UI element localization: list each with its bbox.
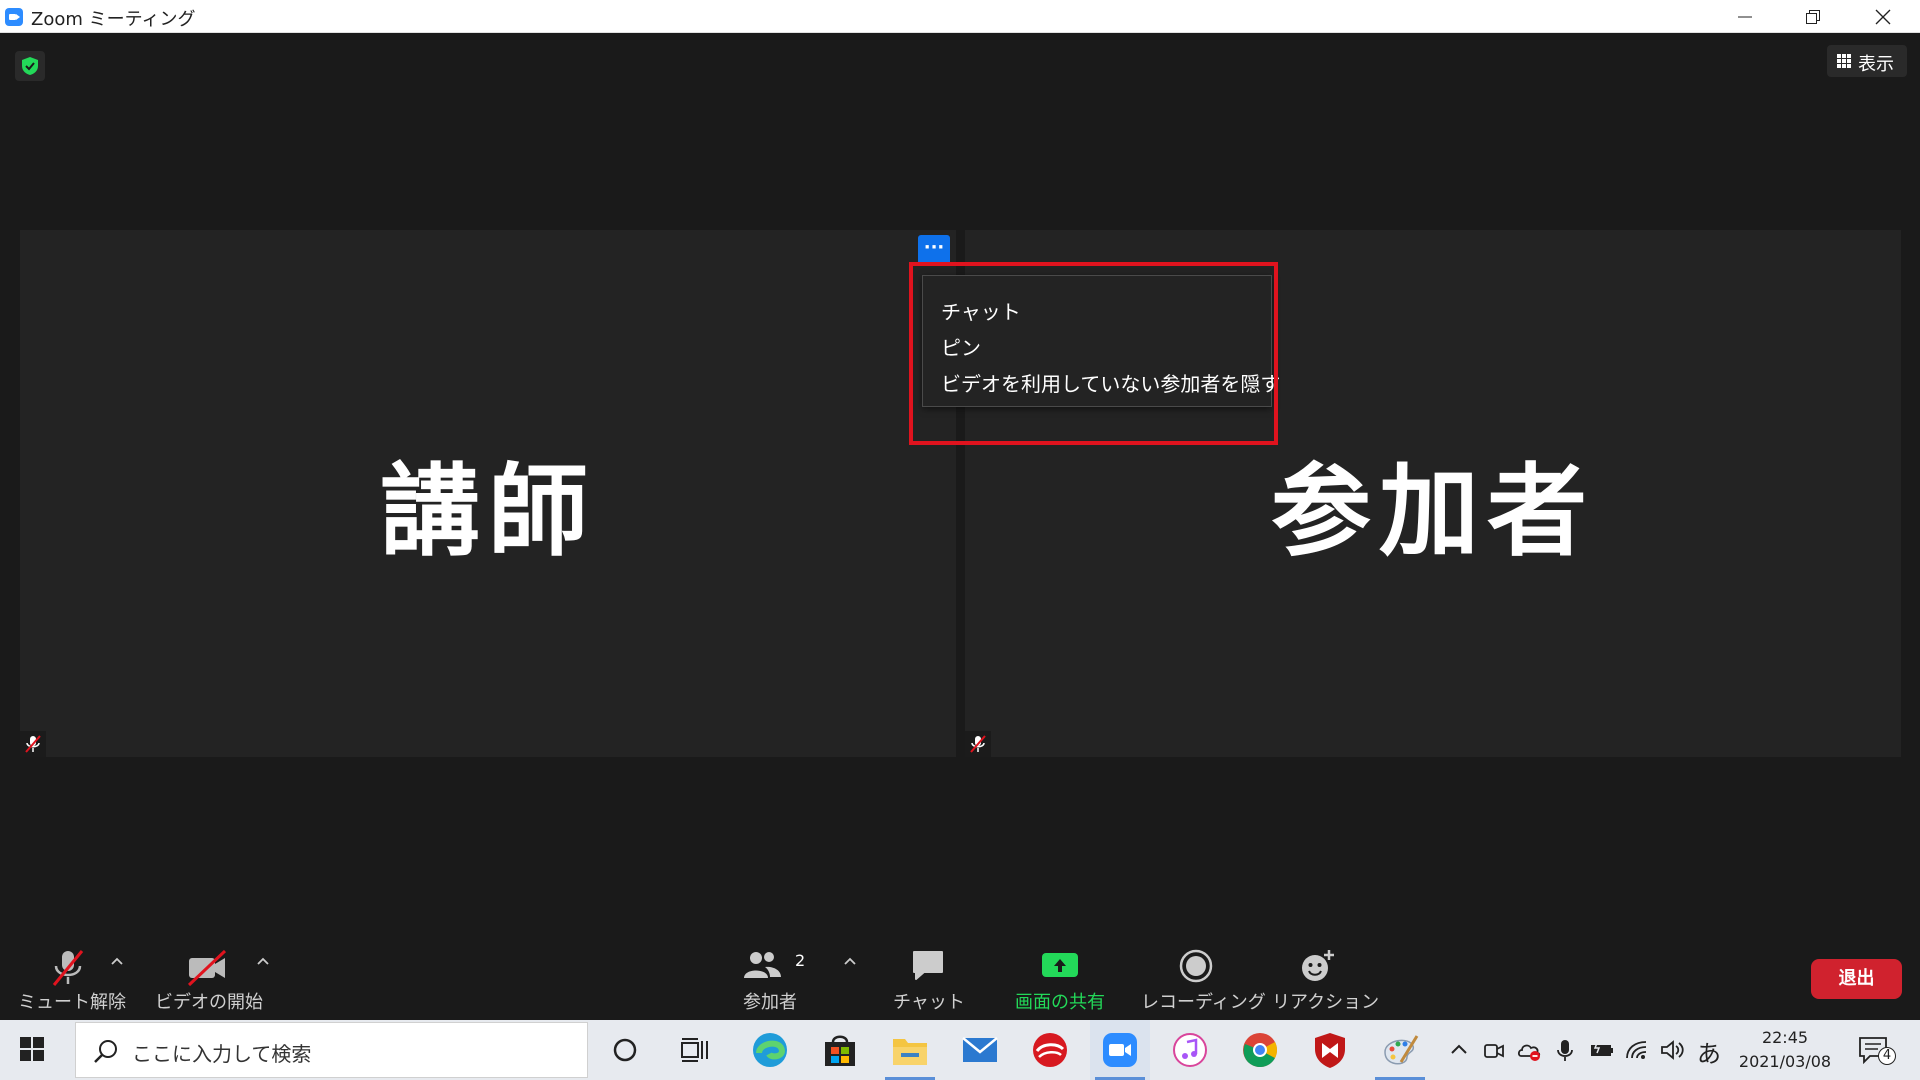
security-shield-icon[interactable]	[15, 51, 45, 81]
share-screen-icon	[1042, 953, 1078, 977]
video-off-icon	[187, 949, 227, 987]
chat-button[interactable]: チャット	[893, 944, 965, 1020]
start-video-label: ビデオの開始	[155, 992, 263, 1013]
trend-micro-icon	[1033, 1033, 1067, 1067]
shield-glyph	[22, 57, 38, 75]
taskbar-chrome[interactable]	[1230, 1020, 1290, 1080]
taskbar-edge[interactable]	[740, 1020, 800, 1080]
onedrive-error-icon[interactable]	[1517, 1038, 1541, 1062]
notification-count-badge: 4	[1878, 1047, 1896, 1065]
minimize-button[interactable]	[1710, 0, 1779, 33]
music-icon	[1173, 1033, 1207, 1067]
view-label: 表示	[1858, 54, 1894, 75]
participants-icon	[744, 952, 781, 978]
mail-icon	[962, 1037, 998, 1062]
task-view-button[interactable]	[665, 1020, 725, 1080]
volume-icon[interactable]	[1660, 1038, 1684, 1062]
windows-taskbar: ここに入力して検索 あ 22:45 2021/03/08 4	[0, 1020, 1920, 1080]
task-view-icon	[681, 1038, 708, 1062]
leave-meeting-button[interactable]: 退出	[1811, 959, 1902, 999]
taskbar-itunes[interactable]	[1160, 1020, 1220, 1080]
chat-icon	[913, 951, 943, 980]
participants-count: 2	[795, 951, 806, 970]
unmute-label: ミュート解除	[18, 992, 126, 1013]
taskbar-mail[interactable]	[950, 1020, 1010, 1080]
windows-start-icon[interactable]	[20, 1037, 44, 1061]
taskbar-clock[interactable]: 22:45 2021/03/08	[1733, 1026, 1837, 1074]
close-button[interactable]	[1848, 0, 1917, 33]
reactions-button[interactable]: リアクション	[1272, 944, 1380, 1020]
taskbar-zoom[interactable]	[1090, 1020, 1150, 1080]
chrome-icon	[1243, 1033, 1277, 1068]
title-bar: Zoom ミーティング	[0, 0, 1920, 33]
share-screen-label: 画面の共有	[1015, 992, 1105, 1013]
restore-icon	[1806, 10, 1820, 24]
paint-palette-icon	[1384, 1035, 1419, 1065]
zoom-app-icon	[1103, 1033, 1137, 1067]
add-reaction-icon	[1302, 950, 1334, 981]
taskbar-mcafee[interactable]	[1300, 1020, 1360, 1080]
taskbar-file-explorer[interactable]	[880, 1020, 940, 1080]
cortana-icon	[613, 1038, 637, 1062]
annotation-highlight-box	[909, 262, 1278, 445]
reactions-label: リアクション	[1272, 992, 1380, 1013]
participants-label: 参加者	[743, 992, 797, 1013]
chat-label: チャット	[893, 992, 965, 1013]
unmute-button[interactable]: ミュート解除	[18, 944, 126, 1020]
cortana-button[interactable]	[595, 1020, 655, 1080]
restore-button[interactable]	[1778, 0, 1847, 33]
clock-date: 2021/03/08	[1738, 1052, 1832, 1071]
recording-label: レコーディング	[1141, 992, 1266, 1013]
search-placeholder: ここに入力して検索	[132, 1042, 312, 1066]
ime-indicator[interactable]: あ	[1697, 1034, 1721, 1069]
muted-mic-icon	[52, 950, 84, 986]
participants-button[interactable]: 2 参加者	[735, 944, 805, 1020]
microphone-in-use-icon[interactable]	[1553, 1038, 1577, 1062]
recording-button[interactable]: レコーディング	[1141, 944, 1266, 1020]
participant-name: 講師	[380, 453, 596, 570]
view-button[interactable]: 表示	[1827, 45, 1907, 77]
store-icon	[825, 1035, 855, 1066]
show-hidden-icons-chevron-icon[interactable]	[1447, 1038, 1471, 1062]
taskbar-paint[interactable]	[1370, 1020, 1430, 1080]
taskbar-search-box[interactable]: ここに入力して検索	[75, 1022, 588, 1078]
taskbar-security-app[interactable]	[1020, 1020, 1080, 1080]
muted-mic-icon	[965, 731, 991, 757]
close-icon	[1875, 9, 1891, 25]
wifi-icon[interactable]	[1625, 1038, 1649, 1062]
record-icon	[1179, 949, 1213, 983]
grid-icon	[1837, 54, 1852, 69]
meet-now-icon[interactable]	[1482, 1038, 1506, 1062]
meeting-toolbar: ミュート解除 ビデオの開始 2 参加者 チャット 画面の共有 レコーディング リ…	[0, 944, 1920, 1020]
participant-name: 参加者	[1271, 453, 1595, 570]
video-options-caret-icon[interactable]	[256, 954, 270, 968]
action-center-button[interactable]: 4	[1858, 1036, 1898, 1066]
audio-options-caret-icon[interactable]	[110, 954, 124, 968]
video-tile-instructor[interactable]: 講師	[20, 230, 956, 757]
folder-icon	[893, 1039, 927, 1065]
share-screen-button[interactable]: 画面の共有	[1010, 944, 1110, 1020]
participants-options-caret-icon[interactable]	[843, 954, 857, 968]
edge-browser-icon	[753, 1033, 787, 1067]
clock-time: 22:45	[1761, 1028, 1809, 1047]
more-options-button[interactable]: ···	[918, 235, 950, 265]
mcafee-shield-icon	[1315, 1033, 1345, 1068]
muted-mic-icon	[20, 731, 46, 757]
start-video-button[interactable]: ビデオの開始	[155, 944, 263, 1020]
battery-icon[interactable]	[1590, 1038, 1614, 1062]
taskbar-store[interactable]	[810, 1020, 870, 1080]
minimize-icon	[1738, 16, 1752, 18]
zoom-logo-icon	[5, 8, 23, 26]
window-title: Zoom ミーティング	[31, 9, 196, 30]
search-icon	[94, 1040, 117, 1063]
